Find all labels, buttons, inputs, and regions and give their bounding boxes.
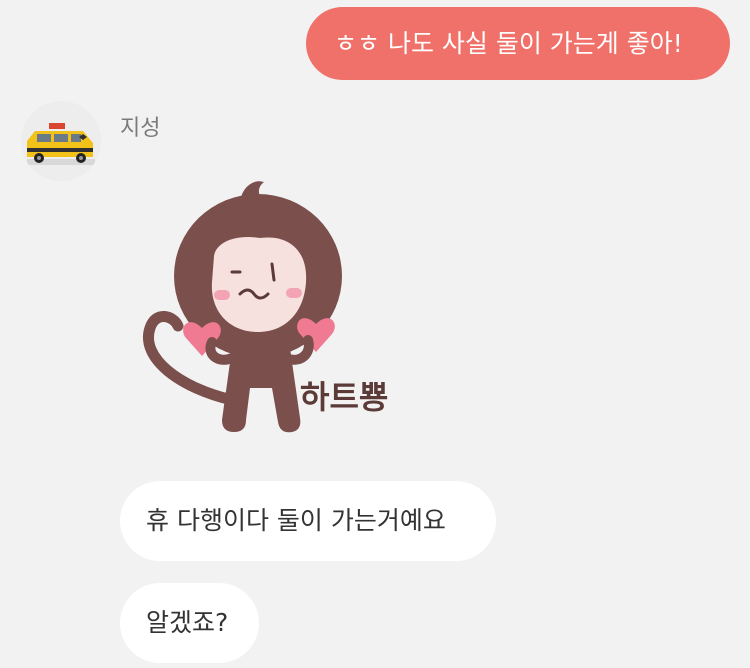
- incoming-message-bubble[interactable]: 휴 다행이다 둘이 가는거예요: [120, 481, 496, 561]
- avatar[interactable]: [21, 101, 101, 181]
- message-text: 휴 다행이다 둘이 가는거예요: [146, 506, 446, 535]
- message-text: 알겠죠?: [146, 608, 229, 637]
- monkey-heart-sticker[interactable]: 하트뿅: [140, 168, 410, 443]
- sender-name: 지성: [120, 116, 161, 141]
- sticker-caption: 하트뿅: [300, 378, 388, 416]
- monkey-heart-icon: 하트뿅: [143, 181, 388, 433]
- message-text: ㅎㅎ 나도 사실 둘이 가는게 좋아!: [334, 29, 683, 58]
- incoming-message-bubble[interactable]: 알겠죠?: [120, 583, 259, 663]
- toy-van-icon: [21, 101, 101, 181]
- outgoing-message-bubble[interactable]: ㅎㅎ 나도 사실 둘이 가는게 좋아!: [306, 7, 730, 80]
